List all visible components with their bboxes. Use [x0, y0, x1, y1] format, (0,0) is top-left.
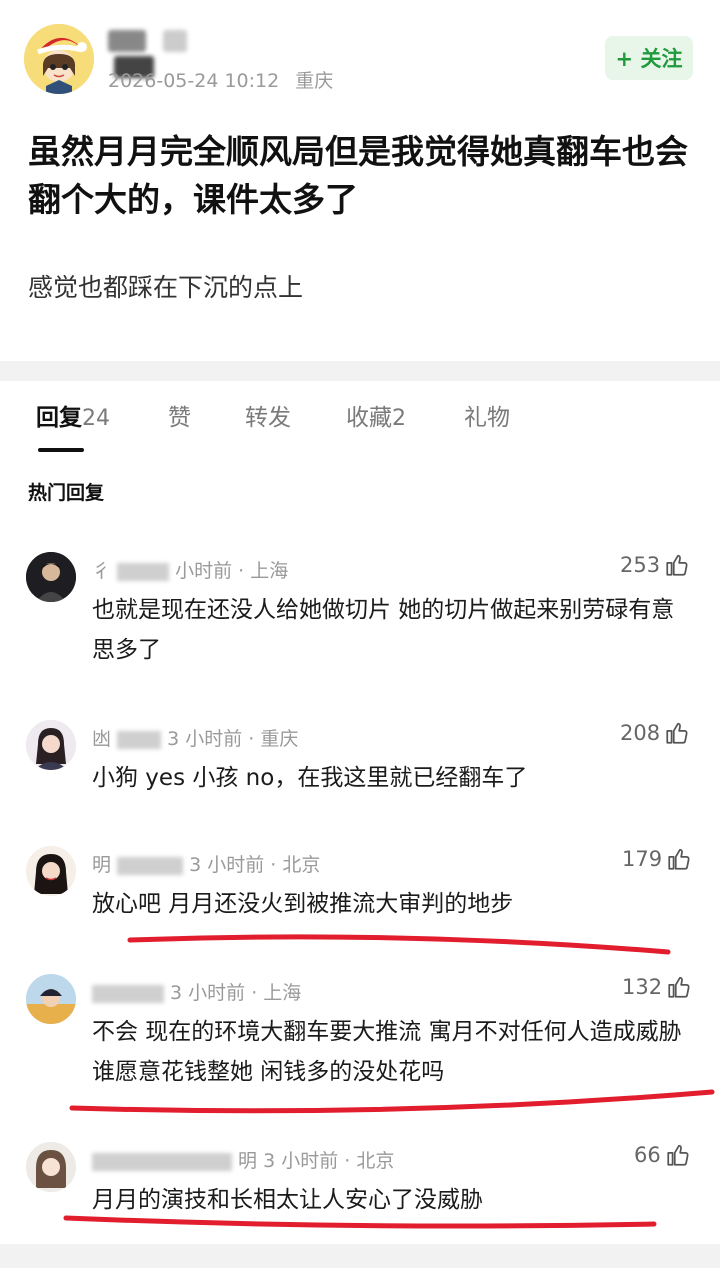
comment-text: 也就是现在还没人给她做切片 她的切片做起来别劳碌有意思多了 — [92, 597, 675, 663]
like-button[interactable]: 132 — [622, 974, 692, 1000]
author-name[interactable] — [108, 30, 238, 78]
comment-time-location: 小时前 · 上海 — [175, 560, 289, 582]
post-location: 重庆 — [295, 70, 334, 92]
commenter-avatar[interactable] — [26, 974, 76, 1024]
red-underline-1 — [127, 934, 671, 955]
like-button[interactable]: 179 — [622, 846, 692, 872]
comment-time-location: 3 小时前 · 北京 — [189, 854, 321, 876]
post-title: 虽然月月完全顺风局但是我觉得她真翻车也会翻个大的，课件太多了 — [28, 132, 688, 219]
comment-text: 月月的演技和长相太让人安心了没威胁 — [92, 1187, 483, 1213]
post-timestamp: 2026-05-24 10:12 — [108, 70, 280, 92]
comment-text: 放心吧 月月还没火到被推流大审判的地步 — [92, 891, 514, 917]
like-button[interactable]: 253 — [620, 552, 690, 578]
like-count: 179 — [622, 847, 663, 871]
active-tab-indicator — [38, 448, 84, 452]
tab-likes[interactable]: 赞 — [168, 398, 191, 432]
like-count: 66 — [634, 1143, 661, 1167]
red-underline-2 — [69, 1089, 715, 1114]
comment-meta: 明 3 小时前 · 北京 — [92, 1146, 394, 1173]
comment-meta: 凼 3 小时前 · 重庆 — [92, 724, 298, 751]
commenter-avatar[interactable] — [26, 1142, 76, 1192]
commenter-name[interactable]: 明 — [92, 854, 111, 876]
like-button[interactable]: 66 — [634, 1142, 691, 1168]
like-count: 132 — [622, 975, 663, 999]
like-count: 253 — [620, 553, 661, 577]
tab-gifts[interactable]: 礼物 — [464, 398, 510, 432]
thumbs-up-icon — [668, 976, 690, 998]
thumbs-up-icon — [666, 722, 688, 744]
comment-text: 小狗 yes 小孩 no，在我这里就已经翻车了 — [92, 765, 528, 791]
tab-favorites[interactable]: 收藏2 — [346, 398, 406, 432]
comment-meta: 3 小时前 · 上海 — [92, 978, 301, 1005]
comment-time-location: 3 小时前 · 北京 — [263, 1150, 395, 1172]
follow-button[interactable]: + 关注 — [605, 36, 693, 80]
tab-replies[interactable]: 回复24 — [36, 398, 110, 432]
comment-time-location: 3 小时前 · 重庆 — [167, 728, 299, 750]
commenter-avatar[interactable] — [26, 720, 76, 770]
hot-replies-heading: 热门回复 — [28, 482, 105, 504]
comment-text: 不会 现在的环境大翻车要大推流 寓月不对任何人造成威胁 谁愿意花钱整她 闲钱多的… — [92, 1019, 682, 1085]
commenter-name[interactable]: 彳 — [92, 560, 111, 582]
tab-reposts[interactable]: 转发 — [245, 398, 291, 432]
follow-label: + 关注 — [615, 47, 683, 71]
post-body: 感觉也都踩在下沉的点上 — [28, 273, 304, 302]
commenter-avatar[interactable] — [26, 846, 76, 896]
like-count: 208 — [620, 721, 661, 745]
thumbs-up-icon — [666, 554, 688, 576]
comment-time-location: 3 小时前 · 上海 — [170, 982, 302, 1004]
bottom-divider — [0, 1244, 720, 1268]
commenter-avatar[interactable] — [26, 552, 76, 602]
commenter-name[interactable]: 明 — [238, 1150, 257, 1172]
comment-meta: 彳 小时前 · 上海 — [92, 556, 288, 583]
thumbs-up-icon — [668, 848, 690, 870]
post-meta: 2026-05-24 10:12 重庆 — [108, 66, 333, 93]
like-button[interactable]: 208 — [620, 720, 690, 746]
author-avatar[interactable] — [24, 24, 94, 94]
section-divider — [0, 361, 720, 381]
thumbs-up-icon — [667, 1144, 689, 1166]
commenter-name[interactable]: 凼 — [92, 728, 111, 750]
comment-meta: 明 3 小时前 · 北京 — [92, 850, 320, 877]
